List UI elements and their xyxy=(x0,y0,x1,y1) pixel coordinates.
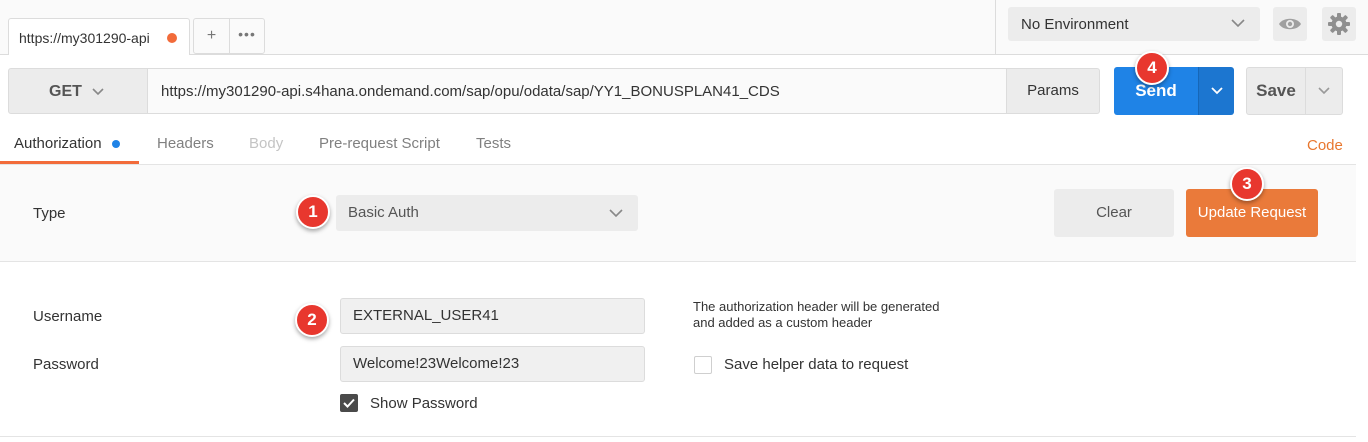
environment-quick-look-button[interactable] xyxy=(1273,7,1307,41)
auth-help-text: The authorization header will be generat… xyxy=(693,299,993,331)
active-tab-underline xyxy=(0,161,139,164)
password-label: Password xyxy=(33,356,99,373)
url-input[interactable]: https://my301290-api.s4hana.ondemand.com… xyxy=(147,68,1007,114)
url-value: https://my301290-api.s4hana.ondemand.com… xyxy=(161,83,780,100)
request-tab[interactable]: https://my301290-api xyxy=(8,18,190,55)
params-button[interactable]: Params xyxy=(1006,68,1100,114)
unsaved-indicator-icon xyxy=(167,33,177,43)
environment-selected: No Environment xyxy=(1021,16,1129,33)
code-link[interactable]: Code xyxy=(1307,137,1343,154)
method-value: GET xyxy=(49,83,82,100)
show-password-label: Show Password xyxy=(370,395,478,412)
save-button[interactable]: Save xyxy=(1246,67,1306,115)
tab-pre-request-script[interactable]: Pre-request Script xyxy=(319,135,440,152)
show-password-checkbox[interactable] xyxy=(340,394,358,412)
tab-bar: https://my301290-api + ••• No Environmen… xyxy=(0,0,1368,55)
annotation-marker-1: 1 xyxy=(296,195,330,229)
request-subtabs: Authorization Headers Body Pre-request S… xyxy=(0,127,1356,165)
auth-type-section: Type Basic Auth Clear Update Request xyxy=(0,165,1356,262)
annotation-marker-3: 3 xyxy=(1230,167,1264,201)
tab-body: Body xyxy=(249,135,284,152)
manage-environments-button[interactable] xyxy=(1322,7,1356,41)
new-tab-button[interactable]: + xyxy=(194,19,230,53)
password-value: Welcome!23Welcome!23 xyxy=(353,355,520,372)
chevron-down-icon xyxy=(1230,15,1246,31)
chevron-down-icon xyxy=(1317,84,1331,98)
tab-authorization[interactable]: Authorization xyxy=(14,135,102,152)
send-options-button[interactable] xyxy=(1198,67,1234,115)
divider xyxy=(0,436,1356,437)
help-line: and added as a custom header xyxy=(693,315,873,330)
checkmark-icon xyxy=(343,398,355,408)
auth-active-indicator-icon xyxy=(112,140,120,148)
divider xyxy=(995,0,996,55)
more-tabs-button[interactable]: ••• xyxy=(230,19,264,53)
annotation-marker-4: 4 xyxy=(1135,51,1169,85)
method-select[interactable]: GET xyxy=(8,68,148,114)
chevron-down-icon xyxy=(91,85,105,99)
clear-button[interactable]: Clear xyxy=(1054,189,1174,237)
username-field[interactable]: EXTERNAL_USER41 xyxy=(340,298,645,334)
chevron-down-icon xyxy=(1210,84,1224,98)
request-tab-title: https://my301290-api xyxy=(19,30,150,46)
gear-icon xyxy=(1327,12,1351,36)
chevron-down-icon xyxy=(608,205,624,221)
username-value: EXTERNAL_USER41 xyxy=(353,307,499,324)
help-line: The authorization header will be generat… xyxy=(693,299,940,314)
type-label: Type xyxy=(33,205,66,222)
save-helper-checkbox[interactable] xyxy=(694,356,712,374)
annotation-marker-2: 2 xyxy=(295,303,329,337)
tab-actions: + ••• xyxy=(193,18,265,54)
eye-icon xyxy=(1278,15,1302,33)
username-label: Username xyxy=(33,308,103,325)
tab-headers[interactable]: Headers xyxy=(157,135,214,152)
tab-tests[interactable]: Tests xyxy=(476,135,511,152)
password-field[interactable]: Welcome!23Welcome!23 xyxy=(340,346,645,382)
auth-type-value: Basic Auth xyxy=(348,204,419,221)
save-helper-label: Save helper data to request xyxy=(724,356,909,373)
save-options-button[interactable] xyxy=(1305,67,1343,115)
auth-type-select[interactable]: Basic Auth xyxy=(336,195,638,231)
environment-select[interactable]: No Environment xyxy=(1008,7,1260,41)
